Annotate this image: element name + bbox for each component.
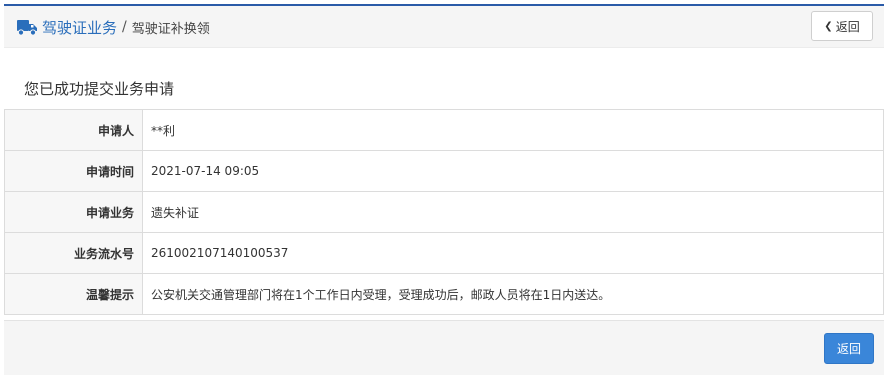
serial-number-value: 261002107140100537 (142, 232, 884, 274)
page-footer: 返回 (4, 320, 884, 375)
back-button-label: 返回 (835, 19, 860, 34)
application-details-table: 申请人 **利 申请时间 2021-07-14 09:05 申请业务 遗失补证 … (4, 109, 884, 315)
table-row: 申请时间 2021-07-14 09:05 (4, 150, 884, 192)
table-row: 申请业务 遗失补证 (4, 191, 884, 233)
table-row: 温馨提示 公安机关交通管理部门将在1个工作日内受理，受理成功后，邮政人员将在1日… (4, 273, 884, 315)
business-type-label: 申请业务 (4, 191, 143, 233)
back-button-bottom[interactable]: 返回 (824, 333, 874, 364)
breadcrumb: 驾驶证业务 / 驾驶证补换领 (16, 16, 210, 38)
notice-label: 温馨提示 (4, 273, 143, 315)
chevron-left-icon: ❮ (824, 20, 833, 32)
serial-number-label: 业务流水号 (4, 232, 143, 274)
back-button-top[interactable]: ❮ 返回 (811, 11, 873, 41)
breadcrumb-current: 驾驶证补换领 (131, 21, 210, 37)
page-header: 驾驶证业务 / 驾驶证补换领 ❮ 返回 (4, 6, 884, 48)
notice-value: 公安机关交通管理部门将在1个工作日内受理，受理成功后，邮政人员将在1日内送达。 (142, 273, 884, 315)
page-title: 您已成功提交业务申请 (24, 80, 175, 98)
truck-icon (17, 20, 37, 36)
table-row: 申请人 **利 (4, 109, 884, 151)
breadcrumb-driving-license[interactable]: 驾驶证业务 (42, 17, 117, 38)
apply-time-label: 申请时间 (4, 150, 143, 192)
apply-time-value: 2021-07-14 09:05 (142, 150, 884, 192)
business-type-value: 遗失补证 (142, 191, 884, 233)
table-row: 业务流水号 261002107140100537 (4, 232, 884, 274)
applicant-value: **利 (142, 109, 884, 151)
breadcrumb-separator: / (122, 19, 127, 35)
applicant-label: 申请人 (4, 109, 143, 151)
